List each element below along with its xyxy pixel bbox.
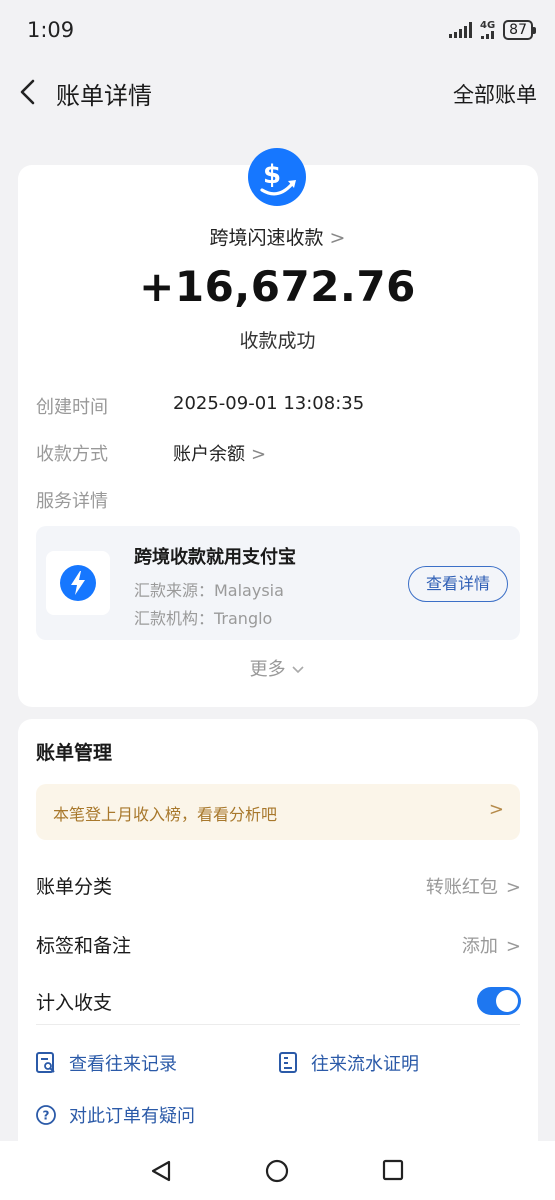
chevron-right-icon: >: [488, 799, 504, 820]
bill-category-label: 账单分类: [36, 876, 113, 898]
created-time-label: 创建时间: [36, 397, 108, 418]
bill-category-value[interactable]: 转账红包 >: [426, 873, 521, 899]
status-bar: 1:09 4G 87: [0, 0, 555, 62]
chevron-right-icon: >: [505, 877, 521, 898]
tags-notes-label: 标签和备注: [36, 935, 132, 957]
payment-method-value[interactable]: 账户余额 >: [173, 440, 266, 466]
view-records-link[interactable]: 查看往来记录: [35, 1050, 177, 1076]
banner-text: 本笔登上月收入榜，看看分析吧: [53, 805, 278, 824]
dollar-transfer-logo-icon: $: [248, 148, 306, 206]
payment-method-label: 收款方式: [36, 444, 108, 465]
statement-proof-link[interactable]: 往来流水证明: [277, 1050, 419, 1076]
chevron-right-icon: >: [251, 444, 267, 465]
system-navigation-bar: [0, 1141, 555, 1200]
remittance-institution: 汇款机构：Tranglo: [134, 609, 273, 628]
status-icons: 4G 87: [449, 20, 536, 40]
transaction-amount: +16,672.76: [139, 262, 416, 311]
network-4g-icon: 4G: [480, 21, 495, 39]
more-label: 更多: [249, 659, 286, 680]
order-question-text: 对此订单有疑问: [69, 1106, 195, 1127]
page-title: 账单详情: [56, 82, 152, 110]
merchant-label: 跨境闪速收款: [209, 227, 324, 249]
back-arrow-icon[interactable]: [16, 76, 40, 108]
divider: [36, 1024, 520, 1025]
order-question-link[interactable]: ? 对此订单有疑问: [35, 1102, 195, 1128]
remittance-source: 汇款来源：Malaysia: [134, 581, 284, 600]
nav-recents-square-icon[interactable]: [382, 1159, 404, 1181]
navigation-bar: 账单详情 全部账单: [0, 62, 555, 122]
document-icon: [279, 1052, 297, 1073]
service-card[interactable]: 跨境收款就用支付宝 汇款来源：Malaysia 汇款机构：Tranglo 查看详…: [36, 526, 520, 640]
income-ranking-banner[interactable]: 本笔登上月收入榜，看看分析吧 >: [36, 784, 520, 840]
nav-back-triangle-icon[interactable]: [150, 1159, 172, 1183]
merchant-name[interactable]: 跨境闪速收款 >: [0, 223, 555, 250]
service-title: 跨境收款就用支付宝: [134, 547, 296, 568]
bill-management-title: 账单管理: [36, 742, 113, 764]
all-bills-link[interactable]: 全部账单: [453, 79, 537, 109]
chevron-right-icon: >: [505, 936, 521, 957]
more-toggle[interactable]: 更多: [0, 655, 555, 681]
bill-category-text: 转账红包: [425, 877, 498, 898]
tags-notes-text: 添加: [461, 936, 498, 957]
question-circle-icon: ?: [36, 1105, 56, 1125]
tags-notes-value[interactable]: 添加 >: [462, 932, 521, 958]
nav-home-circle-icon[interactable]: [265, 1159, 289, 1183]
battery-icon: 87: [503, 20, 536, 40]
svg-text:?: ?: [43, 1109, 50, 1123]
records-search-icon: [36, 1052, 55, 1073]
svg-text:$: $: [263, 160, 281, 190]
signal-icon: [449, 22, 472, 38]
network-label: 4G: [480, 20, 496, 31]
payment-method-text: 账户余额: [173, 444, 245, 465]
chevron-right-icon: >: [329, 227, 346, 249]
count-in-income-toggle[interactable]: [477, 987, 521, 1015]
created-time-value: 2025-09-01 13:08:35: [173, 393, 365, 414]
view-details-button[interactable]: 查看详情: [408, 566, 508, 602]
chevron-down-icon: [292, 666, 304, 674]
service-logo: [46, 551, 110, 615]
lightning-bolt-icon: [60, 565, 96, 601]
view-records-text: 查看往来记录: [69, 1054, 177, 1075]
count-in-income-label: 计入收支: [36, 992, 113, 1014]
status-time: 1:09: [27, 18, 75, 42]
statement-proof-text: 往来流水证明: [311, 1054, 419, 1075]
transaction-status: 收款成功: [239, 330, 316, 352]
service-details-label: 服务详情: [36, 491, 108, 512]
